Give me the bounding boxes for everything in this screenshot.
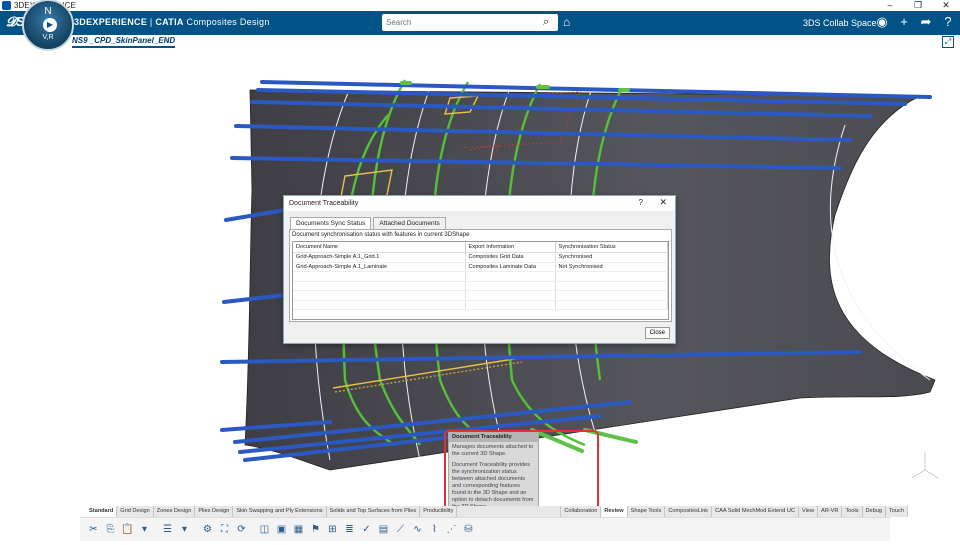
section-tab-caa-solid[interactable]: CAA Solid MechMod Extend UC xyxy=(712,506,800,517)
section-tab-debug[interactable]: Debug xyxy=(863,506,886,517)
play-icon[interactable]: ▶ xyxy=(43,18,57,32)
tab-documents-sync-status[interactable]: Documents Sync Status xyxy=(290,217,372,229)
image-icon[interactable]: ▣ xyxy=(274,522,289,537)
add-icon[interactable]: + xyxy=(896,14,912,30)
table-row[interactable]: Grid-Approach-Simple A.1_Laminate Compos… xyxy=(293,262,668,272)
copy-icon[interactable]: ⎘ xyxy=(103,522,118,537)
section-tab-ar-vr[interactable]: AR-VR xyxy=(818,506,843,517)
section-tab-standard[interactable]: Standard xyxy=(86,506,118,517)
sync-caption: Document synchronisation status with fea… xyxy=(292,232,470,238)
section-tab-compositeslink[interactable]: CompositesLink xyxy=(665,506,713,517)
surface-icon[interactable]: ⌇ xyxy=(427,522,442,537)
compare-icon[interactable]: ⊞ xyxy=(325,522,340,537)
column-header[interactable]: Document Name xyxy=(293,242,466,253)
settings-gear-icon[interactable]: ⚙ xyxy=(200,522,215,537)
document-traceability-dialog: Document Traceability ? ✕ Documents Sync… xyxy=(283,195,676,344)
dialog-close-icon[interactable]: ✕ xyxy=(659,197,667,208)
table-cell: Composites Grid Data xyxy=(465,252,556,263)
table-row xyxy=(293,281,668,291)
flatten-icon[interactable]: ⋰ xyxy=(444,522,459,537)
section-tab-tools[interactable]: Tools xyxy=(842,506,863,517)
compass-widget[interactable]: N ▶ V,R xyxy=(22,0,74,51)
table-row[interactable]: Grid-Approach-Simple A.1_Grid.1 Composit… xyxy=(293,252,668,263)
paste-menu-icon[interactable]: ▾ xyxy=(137,522,152,537)
section-tab-collaboration[interactable]: Collaboration xyxy=(561,506,602,517)
analysis-icon[interactable]: ⟋ xyxy=(393,522,408,537)
section-tab-producibility[interactable]: Producibility xyxy=(420,506,458,517)
tab-attached-documents[interactable]: Attached Documents xyxy=(373,217,446,229)
action-bar-sections: Standard Grid Design Zones Design Plies … xyxy=(86,506,908,517)
app-logo-icon xyxy=(2,1,11,10)
properties-icon[interactable]: ☰ xyxy=(160,522,175,537)
document-traceability-icon[interactable]: ⛁ xyxy=(461,522,476,537)
section-tab-plies-design[interactable]: Plies Design xyxy=(195,506,234,517)
ply-table-icon[interactable]: ▤ xyxy=(376,522,391,537)
paste-icon[interactable]: 📋 xyxy=(120,522,135,537)
column-header[interactable]: Synchronisation Status xyxy=(555,242,668,253)
user-icon[interactable]: ◉ xyxy=(874,14,890,30)
close-window-button[interactable]: ✕ xyxy=(932,0,960,11)
search-input[interactable] xyxy=(382,14,558,31)
table-header: Document Name Export Information Synchro… xyxy=(293,242,668,253)
os-titlebar: 3DEXPERIENCE – ❐ ✕ xyxy=(0,0,960,11)
sync-status-table: Document Name Export Information Synchro… xyxy=(292,241,669,320)
dialog-help-button[interactable]: ? xyxy=(639,198,643,207)
section-tab-touch[interactable]: Touch xyxy=(886,506,908,517)
section-tab-hidden xyxy=(457,506,562,517)
search-icon[interactable]: ⌕ xyxy=(543,16,555,28)
table-cell: Synchronised xyxy=(555,252,668,263)
minimize-button[interactable]: – xyxy=(876,0,904,11)
top-bar: 𝓓S 3DEXPERIENCE | CATIA Composites Desig… xyxy=(0,11,960,35)
grid-icon[interactable]: ▦ xyxy=(291,522,306,537)
dialog-title-bar: Document Traceability ? ✕ xyxy=(284,196,675,211)
column-header[interactable]: Export Information xyxy=(465,242,556,253)
table-cell: Grid-Approach-Simple A.1_Grid.1 xyxy=(293,252,466,263)
section-tab-skin-swapping[interactable]: Skin Swapping and Ply Extensions xyxy=(233,506,327,517)
expand-icon[interactable]: ⤢ xyxy=(942,36,954,48)
section-tab-review[interactable]: Review xyxy=(601,506,628,517)
document-tab-bar: NS9 _CPD_SkinPanel_END + xyxy=(0,35,960,50)
table-row xyxy=(293,290,668,301)
update-icon[interactable]: ⟳ xyxy=(234,522,249,537)
check-icon[interactable]: ✓ xyxy=(359,522,374,537)
dialog-tab-panel: Document synchronisation status with fea… xyxy=(289,229,672,322)
section-tab-zones-design[interactable]: Zones Design xyxy=(154,506,196,517)
scan-icon[interactable]: ⛶ xyxy=(217,522,232,537)
share-icon[interactable]: ➦ xyxy=(918,14,934,30)
action-bar-toolbar: ✂ ⎘ 📋 ▾ ☰ ▾ ⚙ ⛶ ⟳ ◫ ▣ ▦ ⚑ ⊞ ≣ ✓ ▤ ⟋ ∿ ⌇ … xyxy=(80,517,890,541)
properties-menu-icon[interactable]: ▾ xyxy=(177,522,192,537)
laminate-icon[interactable]: ≣ xyxy=(342,522,357,537)
table-cell: Grid-Approach-Simple A.1_Laminate xyxy=(293,262,466,272)
section-tab-view[interactable]: View xyxy=(799,506,819,517)
section-tab-shape-tools[interactable]: Shape Tools xyxy=(628,506,666,517)
marker-icon[interactable]: ⚑ xyxy=(308,522,323,537)
table-row xyxy=(293,271,668,282)
curve-icon[interactable]: ∿ xyxy=(410,522,425,537)
restore-button[interactable]: ❐ xyxy=(904,0,932,11)
measure-icon[interactable]: ◫ xyxy=(257,522,272,537)
document-tab[interactable]: NS9 _CPD_SkinPanel_END xyxy=(72,36,176,48)
close-button[interactable]: Close xyxy=(644,327,670,339)
table-cell: Not Synchronised xyxy=(555,262,668,272)
section-tab-grid-design[interactable]: Grid Design xyxy=(117,506,154,517)
add-tab-button[interactable]: + xyxy=(163,35,169,46)
dialog-title: Document Traceability xyxy=(289,200,359,207)
cut-icon[interactable]: ✂ xyxy=(86,522,101,537)
table-row xyxy=(293,300,668,310)
table-cell: Composites Laminate Data xyxy=(465,262,556,272)
brand-title: 3DEXPERIENCE | CATIA Composites Design xyxy=(74,17,270,27)
tag-icon[interactable]: ⌂ xyxy=(563,15,570,29)
section-tab-solids[interactable]: Solids and Top Surfaces from Plies xyxy=(327,506,421,517)
help-icon[interactable]: ? xyxy=(940,14,956,30)
